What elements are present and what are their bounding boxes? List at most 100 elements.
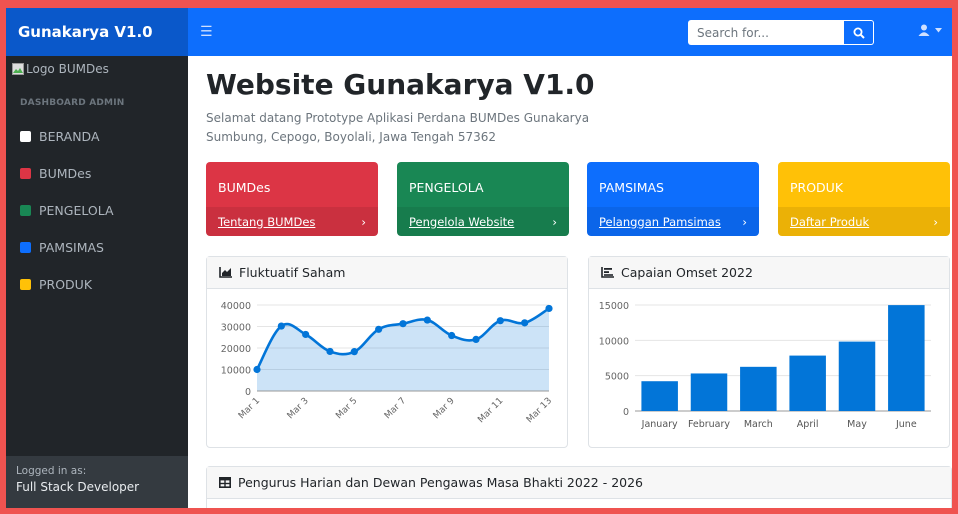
data-point (521, 319, 529, 327)
data-point (350, 348, 358, 356)
bar (641, 381, 678, 411)
chevron-right-icon: › (742, 214, 747, 229)
square-icon (20, 131, 31, 142)
sidebar-item-beranda[interactable]: BERANDA (6, 118, 188, 155)
card-link[interactable]: Pengelola Website (409, 215, 514, 229)
page-title: Website Gunakarya V1.0 (206, 68, 595, 101)
user-menu-dropdown[interactable] (918, 24, 942, 36)
data-point (423, 316, 431, 324)
x-tick-label: Mar 13 (525, 396, 554, 425)
card-pamsimas: PAMSIMAS Pelanggan Pamsimas › (587, 162, 759, 236)
y-tick-label: 0 (245, 387, 251, 398)
card-footer[interactable]: Pengelola Website › (397, 207, 569, 236)
bumdes-logo: Logo BUMDes (6, 56, 188, 82)
y-tick-label: 10000 (221, 366, 251, 377)
search-input[interactable] (688, 20, 844, 45)
x-tick-label: Mar 7 (383, 396, 408, 421)
card-produk: PRODUK Daftar Produk › (778, 162, 950, 236)
card-link[interactable]: Pelanggan Pamsimas (599, 215, 721, 229)
data-point (277, 322, 285, 330)
card-title: PENGELOLA (409, 180, 484, 195)
top-navbar: Gunakarya V1.0 ☰ (6, 8, 952, 56)
browser-viewport: Gunakarya V1.0 ☰ Search for... Logo BUMD… (6, 8, 952, 508)
area-chart-icon (219, 267, 232, 278)
card-link[interactable]: Daftar Produk (790, 215, 869, 229)
bar (888, 305, 925, 411)
area-chart-panel: Fluktuatif Saham 40000 30000 20000 10000 0 Ma… (206, 256, 568, 448)
logo-alt-text: Logo BUMDes (26, 62, 109, 76)
sidebar-item-label: BERANDA (39, 129, 100, 144)
chevron-right-icon: › (933, 214, 938, 229)
panel-header: Pengurus Harian dan Dewan Pengawas Masa … (207, 467, 951, 499)
data-point (448, 331, 456, 340)
card-footer[interactable]: Daftar Produk › (778, 207, 950, 236)
sidebar-item-label: PRODUK (39, 277, 93, 292)
data-point (399, 320, 407, 328)
bar (838, 341, 876, 411)
bar-chart-panel: Capaian Omset 2022 15000 10000 5000 0 Januar… (588, 256, 950, 448)
sidebar-heading: DASHBOARD ADMIN (20, 98, 125, 108)
chevron-right-icon: › (552, 214, 557, 229)
x-tick-label: Mar 5 (334, 396, 359, 421)
sidebar-item-pamsimas[interactable]: PAMSIMAS (6, 229, 188, 266)
x-tick-label: Mar 9 (432, 396, 457, 421)
sidebar-item-label: BUMDes (39, 166, 92, 181)
data-point (302, 330, 310, 339)
x-tick-label: June (895, 419, 917, 430)
panel-title: Capaian Omset 2022 (621, 265, 753, 280)
data-point (375, 325, 383, 333)
y-tick-label: 30000 (221, 323, 251, 334)
card-link[interactable]: Tentang BUMDes (218, 215, 315, 229)
subtitle-line: Sumbung, Cepogo, Boyolali, Jawa Tengah 5… (206, 130, 497, 144)
bar (690, 373, 728, 411)
sidebar-footer: Logged in as: Full Stack Developer (6, 456, 188, 508)
card-footer[interactable]: Pelanggan Pamsimas › (587, 207, 759, 236)
sidebar-toggle-icon[interactable]: ☰ (200, 24, 213, 40)
square-icon (20, 242, 31, 253)
sidebar: Logo BUMDes DASHBOARD ADMIN BERANDA BUMD… (6, 56, 188, 508)
y-tick-label: 15000 (599, 301, 629, 312)
x-tick-label: May (847, 419, 867, 430)
data-point (545, 304, 553, 313)
card-title: PAMSIMAS (599, 180, 664, 195)
bar-chart: 15000 10000 5000 0 January February March April… (599, 301, 931, 430)
sidebar-item-produk[interactable]: PRODUK (6, 266, 188, 303)
square-icon (20, 279, 31, 290)
main-content: Website Gunakarya V1.0 Selamat datang Pr… (188, 56, 952, 508)
bar-chart-icon (601, 267, 614, 278)
brand-title[interactable]: Gunakarya V1.0 (6, 8, 188, 56)
panel-title: Pengurus Harian dan Dewan Pengawas Masa … (238, 475, 644, 490)
y-tick-label: 10000 (599, 336, 629, 347)
data-point (326, 347, 334, 356)
y-tick-label: 0 (623, 407, 629, 418)
x-tick-label: Mar 3 (286, 396, 311, 421)
user-icon (918, 24, 930, 36)
sidebar-item-label: PAMSIMAS (39, 240, 104, 255)
bar (740, 366, 777, 411)
card-footer[interactable]: Tentang BUMDes › (206, 207, 378, 236)
square-icon (20, 168, 31, 179)
broken-image-icon (12, 63, 24, 75)
logged-in-user: Full Stack Developer (16, 480, 140, 494)
search-icon (853, 27, 865, 39)
sidebar-item-label: PENGELOLA (39, 203, 114, 218)
x-tick-label: Mar 11 (476, 396, 505, 425)
x-tick-label: Mar 1 (237, 396, 262, 421)
sidebar-item-bumdes[interactable]: BUMDes (6, 155, 188, 192)
card-bumdes: BUMDes Tentang BUMDes › (206, 162, 378, 236)
sidebar-item-pengelola[interactable]: PENGELOLA (6, 192, 188, 229)
bar (789, 355, 826, 411)
data-point (253, 365, 261, 374)
x-tick-label: March (744, 419, 773, 430)
square-icon (20, 205, 31, 216)
y-tick-label: 40000 (221, 301, 251, 312)
data-point (472, 335, 480, 343)
search-group (688, 20, 874, 45)
search-button[interactable] (844, 20, 874, 45)
caret-down-icon (935, 27, 942, 32)
logged-in-label: Logged in as: (16, 465, 87, 477)
data-point (496, 317, 504, 325)
card-title: PRODUK (790, 180, 844, 195)
y-tick-label: 20000 (221, 344, 251, 355)
panel-title: Fluktuatif Saham (239, 265, 346, 280)
